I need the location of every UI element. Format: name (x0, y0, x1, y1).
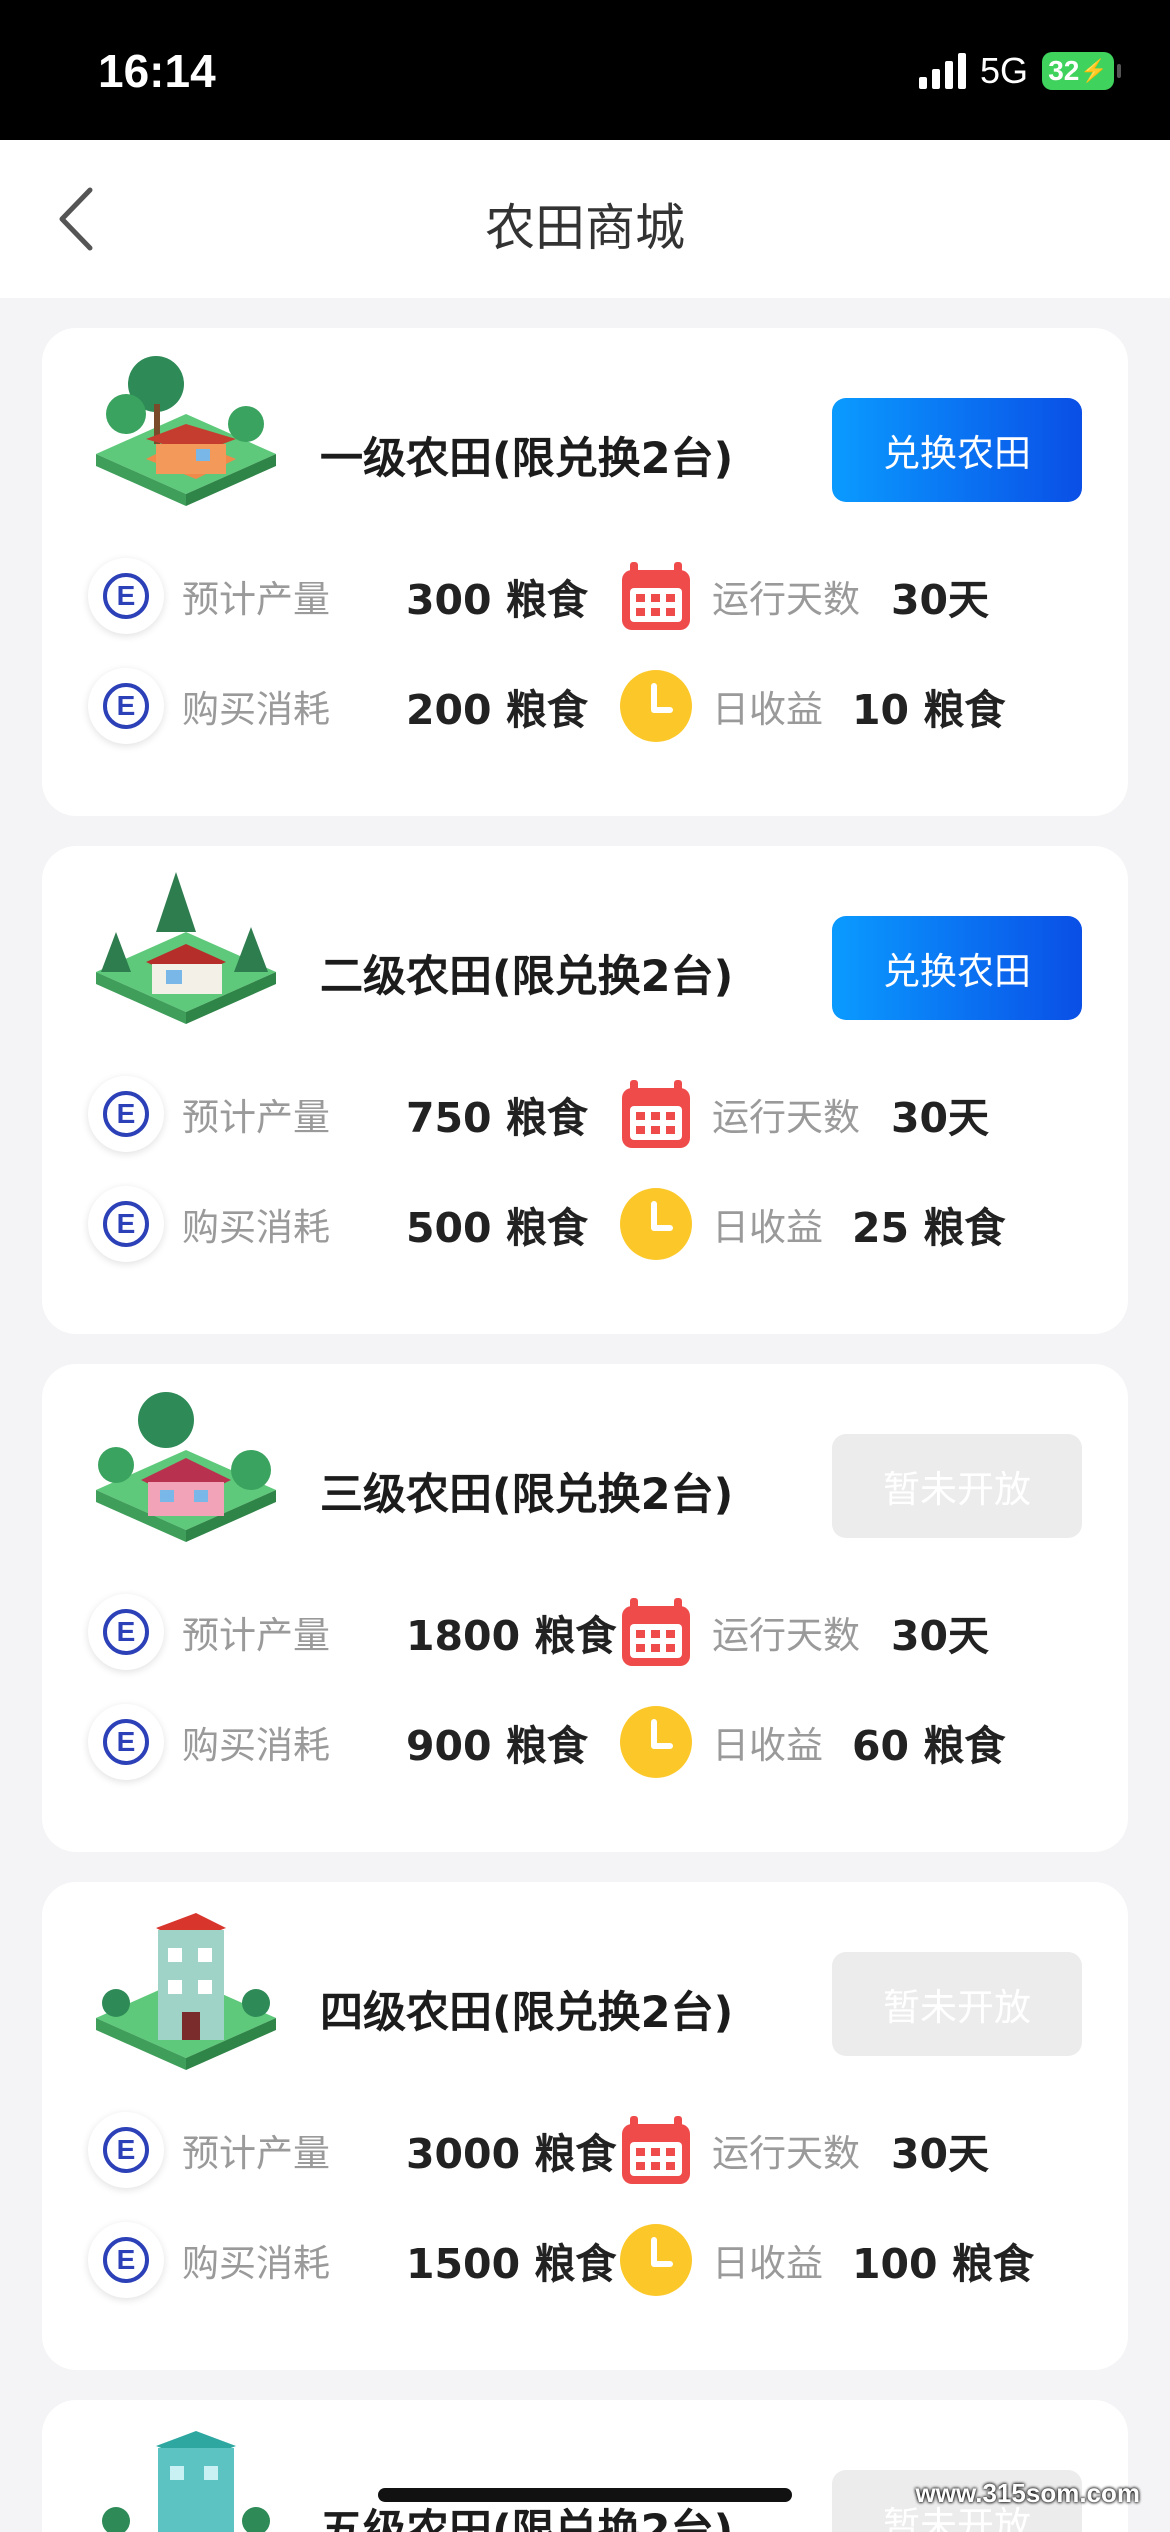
nav-bar: 农田商城 (0, 140, 1170, 298)
daily-income: 日收益 60 粮食 (616, 1702, 1005, 1782)
calendar-icon (616, 2110, 696, 2190)
expected-output: E 预计产量 3000 粮食 (86, 2110, 616, 2190)
running-days: 运行天数 30天 (616, 556, 989, 636)
status-indicators: 5G 32 ⚡ (918, 50, 1121, 92)
purchase-cost: E 购买消耗 500 粮食 (86, 1184, 588, 1264)
daily-income: 日收益 25 粮食 (616, 1184, 1005, 1264)
not-open-button[interactable]: 暂未开放 (832, 1434, 1082, 1538)
farm-house-illustration (102, 2431, 270, 2532)
battery-level: 32 (1048, 55, 1080, 86)
farm-title: 三级农田(限兑换2台) (320, 1470, 734, 1520)
clock-icon (616, 1184, 696, 1264)
farm-house-illustration (96, 1392, 276, 1542)
farm-house-illustration (96, 356, 276, 506)
coin-icon: E (86, 666, 166, 746)
purchase-cost: E 购买消耗 200 粮食 (86, 666, 588, 746)
coin-icon: E (86, 1184, 166, 1264)
running-days: 运行天数 30天 (616, 2110, 989, 2190)
calendar-icon (616, 1074, 696, 1154)
running-days: 运行天数 30天 (616, 1592, 989, 1672)
farm-card-2: 二级农田(限兑换2台) 兑换农田 E 预计产量 750 粮食 E 购买消耗 50… (42, 846, 1128, 1334)
home-indicator (378, 2488, 792, 2502)
purchase-cost: E 购买消耗 900 粮食 (86, 1702, 588, 1782)
watermark: www.315som.com (915, 2478, 1140, 2508)
coin-icon: E (86, 2110, 166, 2190)
farm-card-3: 三级农田(限兑换2台) 暂未开放 E 预计产量 1800 粮食 E 购买消耗 9… (42, 1364, 1128, 1852)
expected-output: E 预计产量 750 粮食 (86, 1074, 588, 1154)
running-days: 运行天数 30天 (616, 1074, 989, 1154)
farm-title: 二级农田(限兑换2台) (320, 952, 734, 1002)
farm-card-4: 四级农田(限兑换2台) 暂未开放 E 预计产量 3000 粮食 E 购买消耗 1… (42, 1882, 1128, 2370)
expected-output: E 预计产量 1800 粮食 (86, 1592, 616, 1672)
exchange-farm-button[interactable]: 兑换农田 (832, 916, 1082, 1020)
clock-icon (616, 1702, 696, 1782)
clock-icon (616, 2220, 696, 2300)
coin-icon: E (86, 2220, 166, 2300)
status-time: 16:14 (98, 45, 216, 97)
daily-income: 日收益 100 粮食 (616, 2220, 1034, 2300)
farm-house-illustration (96, 1913, 276, 2070)
expected-output: E 预计产量 300 粮食 (86, 556, 588, 636)
exchange-farm-button[interactable]: 兑换农田 (832, 398, 1082, 502)
farm-title: 一级农田(限兑换2台) (320, 434, 734, 484)
network-type: 5G (979, 50, 1028, 91)
status-bar: 16:14 5G 32 ⚡ (0, 0, 1170, 140)
coin-icon: E (86, 1702, 166, 1782)
calendar-icon (616, 556, 696, 636)
purchase-cost: E 购买消耗 1500 粮食 (86, 2220, 616, 2300)
clock-icon (616, 666, 696, 746)
cellular-signal-icon (918, 53, 966, 89)
coin-icon: E (86, 1074, 166, 1154)
farm-title: 四级农田(限兑换2台) (320, 1988, 734, 2038)
battery-icon: 32 ⚡ (1042, 52, 1121, 90)
coin-icon: E (86, 556, 166, 636)
not-open-button[interactable]: 暂未开放 (832, 1952, 1082, 2056)
page-title: 农田商城 (485, 199, 685, 257)
calendar-icon (616, 1592, 696, 1672)
farm-house-illustration (96, 872, 276, 1024)
farm-card-1: 一级农田(限兑换2台) 兑换农田 E 预计产量 300 粮食 E 购买消耗 20… (42, 328, 1128, 816)
farm-card-5: 五级农田(限兑换2台) 暂未开放 (42, 2400, 1128, 2532)
daily-income: 日收益 10 粮食 (616, 666, 1005, 746)
coin-icon: E (86, 1592, 166, 1672)
